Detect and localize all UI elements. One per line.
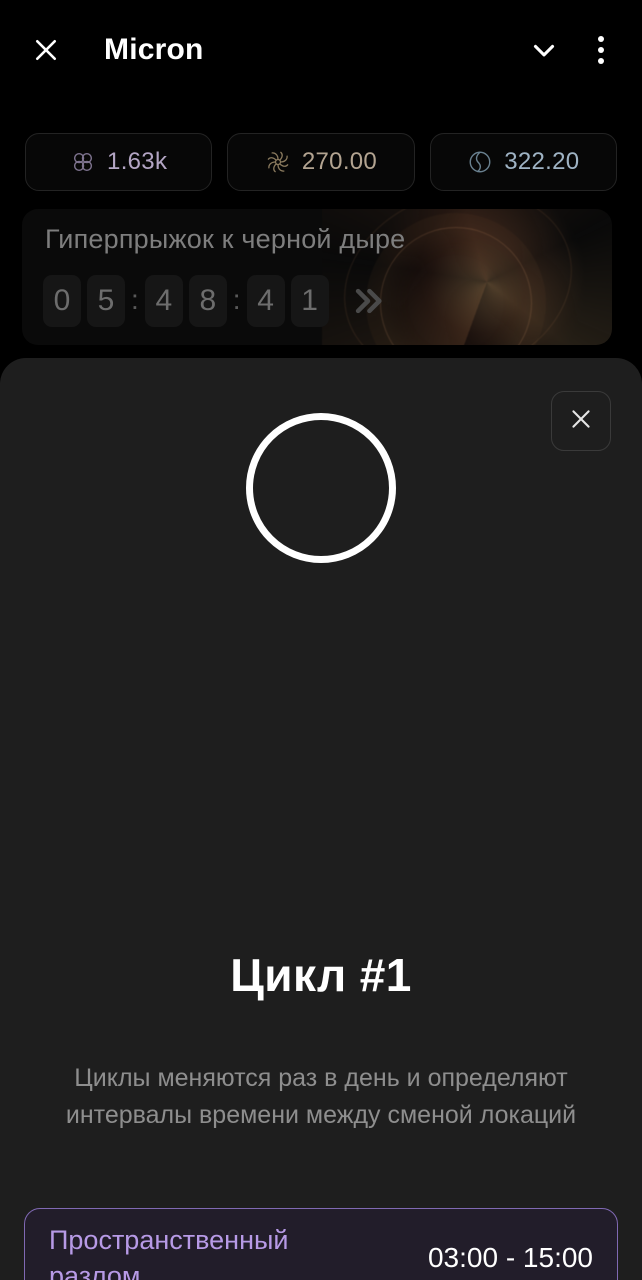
stat-chip-energy[interactable]: 270.00 [227,133,415,191]
cycle-schedule-list: Пространственный разлом 03:00 - 15:00 Че… [24,1208,618,1280]
stat-chip-value: 1.63k [107,148,168,175]
timer-digit: 4 [144,275,183,327]
sheet-description: Циклы меняются раз в день и определяют и… [65,1064,577,1129]
more-vertical-icon[interactable] [584,28,618,72]
close-icon[interactable] [24,28,68,72]
molecule-cluster-icon [70,149,96,175]
double-chevron-right-icon[interactable] [348,284,388,318]
timer-digit: 0 [43,275,81,327]
event-countdown-timer: 0 5 : 4 8 : 4 1 [40,275,388,327]
chevron-down-icon[interactable] [522,28,566,72]
schedule-time-range: 03:00 - 15:00 [427,1242,593,1273]
stats-chip-row: 1.63k 270.00 322.20 [25,133,617,191]
stat-chip-credits[interactable]: 322.20 [429,133,617,191]
event-banner-title: Гиперпрыжок к черной дыре [45,224,406,254]
page-title: Micron [104,33,204,66]
stat-chip-value: 270.00 [301,148,378,175]
schedule-location-name: Пространственный разлом [49,1225,289,1280]
stat-chip-value: 322.20 [504,148,580,175]
timer-digit: 8 [188,275,227,327]
spiral-galaxy-icon [265,149,291,175]
orbit-rings-icon [467,149,493,175]
timer-separator: : [232,283,241,315]
cycle-info-bottom-sheet: Цикл #1 Циклы меняются раз в день и опре… [0,358,642,1280]
sheet-title: Цикл #1 [230,949,412,1001]
timer-digit: 1 [290,275,329,327]
stat-chip-members[interactable]: 1.63k [25,133,213,191]
timer-separator: : [131,283,139,315]
cycle-badge [0,413,642,563]
event-banner[interactable]: Гиперпрыжок к черной дыре 0 5 : 4 8 : 4 … [22,209,612,345]
circle-outline-icon [246,413,396,563]
timer-digit: 4 [246,275,285,327]
schedule-row-active[interactable]: Пространственный разлом 03:00 - 15:00 [24,1208,618,1280]
timer-digit: 5 [87,275,125,327]
app-bar: Micron [0,0,642,100]
app-screen: Micron 1.63k 270.00 322.20 Гиперпрыжок к… [0,0,642,1280]
